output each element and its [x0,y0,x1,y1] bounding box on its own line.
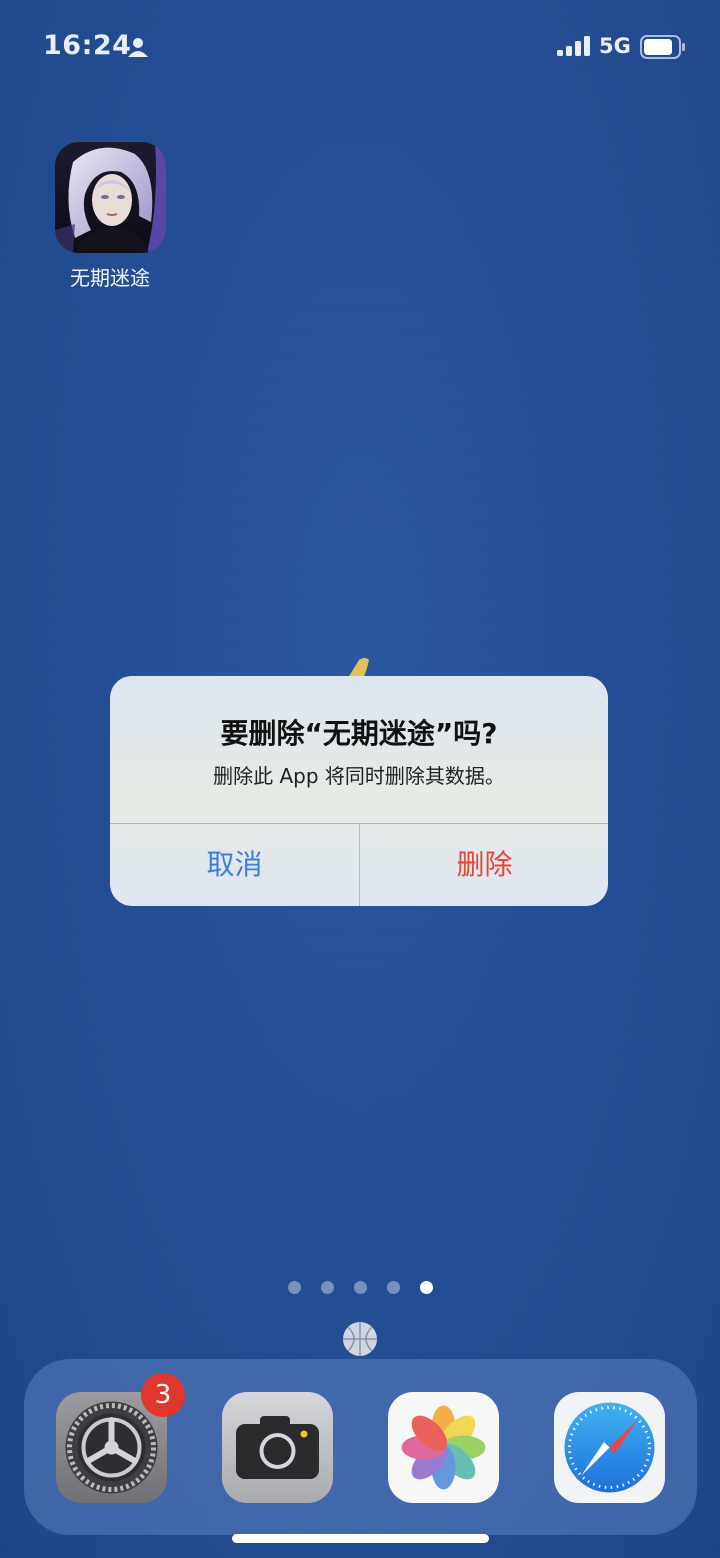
notification-badge: 3 [141,1373,185,1417]
status-time: 16:24 [43,30,132,61]
game-app-icon[interactable] [55,142,166,253]
page-dot[interactable] [387,1281,400,1294]
alert-title: 要删除“无期迷途”吗? [220,717,498,750]
home-indicator[interactable] [232,1534,489,1543]
photos-flower-icon [388,1392,499,1503]
network-type: 5G [599,34,631,58]
camera-icon [222,1392,333,1503]
camera-app-icon[interactable] [222,1392,333,1503]
cancel-button[interactable]: 取消 [110,824,359,906]
page-dot[interactable] [288,1281,301,1294]
safari-compass-icon [554,1392,665,1503]
page-indicator[interactable] [288,1281,434,1295]
wallpaper-ball-shape [343,1322,377,1356]
battery-icon [640,35,685,59]
delete-app-alert: 要删除“无期迷途”吗? 删除此 App 将同时删除其数据。 取消 删除 [110,676,608,906]
page-dot-active[interactable] [420,1281,433,1294]
person-icon [128,38,148,57]
alert-message: 删除此 App 将同时删除其数据。 [213,764,505,788]
photos-app-icon[interactable] [388,1392,499,1503]
delete-button[interactable]: 删除 [360,824,608,906]
game-character-icon [55,142,166,253]
app-label: 无期迷途 [70,266,150,290]
signal-icon [557,36,590,56]
page-dot[interactable] [321,1281,334,1294]
safari-app-icon[interactable] [554,1392,665,1503]
page-dot[interactable] [354,1281,367,1294]
status-bar: 16:24 5G [0,0,720,92]
